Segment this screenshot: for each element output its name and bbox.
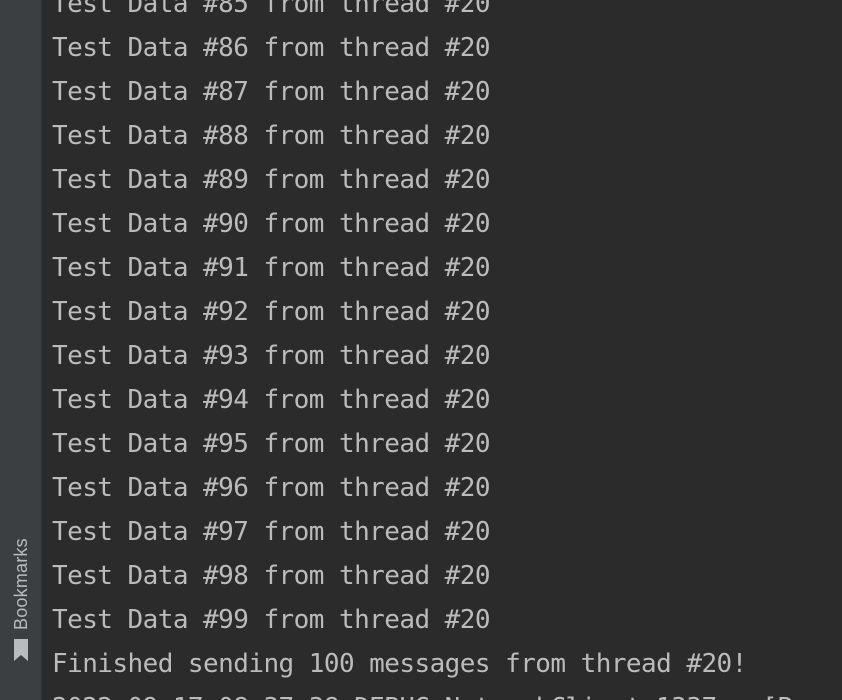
console-line: Test Data #89 from thread #20	[52, 165, 491, 195]
console-line: Test Data #91 from thread #20	[52, 253, 491, 283]
console-line: Test Data #94 from thread #20	[52, 385, 491, 415]
console-line: Test Data #98 from thread #20	[52, 561, 491, 591]
bookmarks-tab-label: Bookmarks	[11, 538, 31, 630]
console-line: Test Data #85 from thread #20	[52, 0, 491, 19]
console-line: Test Data #95 from thread #20	[52, 429, 491, 459]
console-log-line: 2022-09-17 08:37:38 DEBUG NetworkClient:…	[52, 686, 793, 700]
console-line: Test Data #90 from thread #20	[52, 209, 491, 239]
console-finished-message: Finished sending 100 messages from threa…	[52, 649, 747, 679]
console-output-panel[interactable]: Test Data #85 from thread #20 Test Data …	[43, 0, 842, 700]
left-tool-window-bar: Bookmarks	[0, 0, 42, 700]
console-line: Test Data #87 from thread #20	[52, 77, 491, 107]
console-line: Test Data #92 from thread #20	[52, 297, 491, 327]
console-line: Test Data #93 from thread #20	[52, 341, 491, 371]
bookmarks-tool-tab[interactable]: Bookmarks	[6, 512, 36, 667]
bookmark-icon	[14, 639, 28, 661]
console-line: Test Data #86 from thread #20	[52, 33, 491, 63]
console-line: Test Data #88 from thread #20	[52, 121, 491, 151]
console-line: Test Data #96 from thread #20	[52, 473, 491, 503]
console-line: Test Data #99 from thread #20	[52, 605, 491, 635]
console-output-lines: Test Data #85 from thread #20 Test Data …	[52, 0, 793, 700]
ide-window: Bookmarks Test Data #85 from thread #20 …	[0, 0, 842, 700]
console-line: Test Data #97 from thread #20	[52, 517, 491, 547]
